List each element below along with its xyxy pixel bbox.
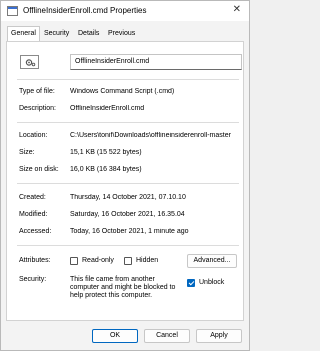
properties-window: OfflineInsiderEnroll.cmd Properties ✕ Ge… (0, 0, 250, 351)
modified-label: Modified: (19, 211, 48, 218)
tab-security[interactable]: Security (41, 27, 72, 41)
separator (17, 183, 239, 184)
created-value: Thursday, 14 October 2021, 07.10.10 (70, 194, 186, 201)
cancel-button[interactable]: Cancel (144, 329, 190, 343)
unblock-checkbox[interactable] (187, 279, 195, 287)
size-label: Size: (19, 149, 35, 156)
size-value: 15,1 KB (15 522 bytes) (70, 149, 142, 156)
type-of-file-value: Windows Command Script (.cmd) (70, 88, 175, 95)
description-label: Description: (19, 105, 56, 112)
size-on-disk-label: Size on disk: (19, 166, 59, 173)
separator (17, 122, 239, 123)
file-name-input[interactable]: OfflineInsiderEnroll.cmd (70, 54, 242, 70)
accessed-label: Accessed: (19, 228, 52, 235)
title-bar[interactable]: OfflineInsiderEnroll.cmd Properties ✕ (1, 1, 249, 21)
modified-value: Saturday, 16 October 2021, 16.35.04 (70, 211, 185, 218)
apply-button[interactable]: Apply (196, 329, 242, 343)
general-tab-panel: OfflineInsiderEnroll.cmd Type of file: W… (6, 41, 244, 321)
security-warning-text: This file came from another computer and… (70, 276, 176, 299)
window-title: OfflineInsiderEnroll.cmd Properties (23, 6, 147, 15)
cmd-script-gear-icon (20, 55, 39, 69)
unblock-label[interactable]: Unblock (199, 279, 224, 286)
advanced-button[interactable]: Advanced... (187, 254, 237, 268)
tab-general[interactable]: General (7, 26, 40, 42)
ok-button[interactable]: OK (92, 329, 138, 343)
read-only-checkbox[interactable] (70, 257, 78, 265)
location-label: Location: (19, 132, 48, 139)
created-label: Created: (19, 194, 46, 201)
location-value[interactable]: C:\Users\tonif\Downloads\offlineinsidere… (70, 132, 242, 139)
security-label: Security: (19, 276, 47, 283)
description-value: OfflineInsiderEnroll.cmd (70, 105, 145, 112)
tab-details[interactable]: Details (75, 27, 102, 41)
file-properties-icon (7, 6, 18, 16)
attributes-label: Attributes: (19, 257, 51, 264)
size-on-disk-value: 16,0 KB (16 384 bytes) (70, 166, 142, 173)
read-only-label[interactable]: Read-only (82, 257, 114, 264)
accessed-value: Today, 16 October 2021, 1 minute ago (70, 228, 189, 235)
separator (17, 79, 239, 80)
hidden-label[interactable]: Hidden (136, 257, 158, 264)
tab-previous-versions[interactable]: Previous Versions (105, 27, 138, 51)
separator (17, 245, 239, 246)
hidden-checkbox[interactable] (124, 257, 132, 265)
close-icon[interactable]: ✕ (233, 4, 241, 15)
type-of-file-label: Type of file: (19, 88, 55, 95)
